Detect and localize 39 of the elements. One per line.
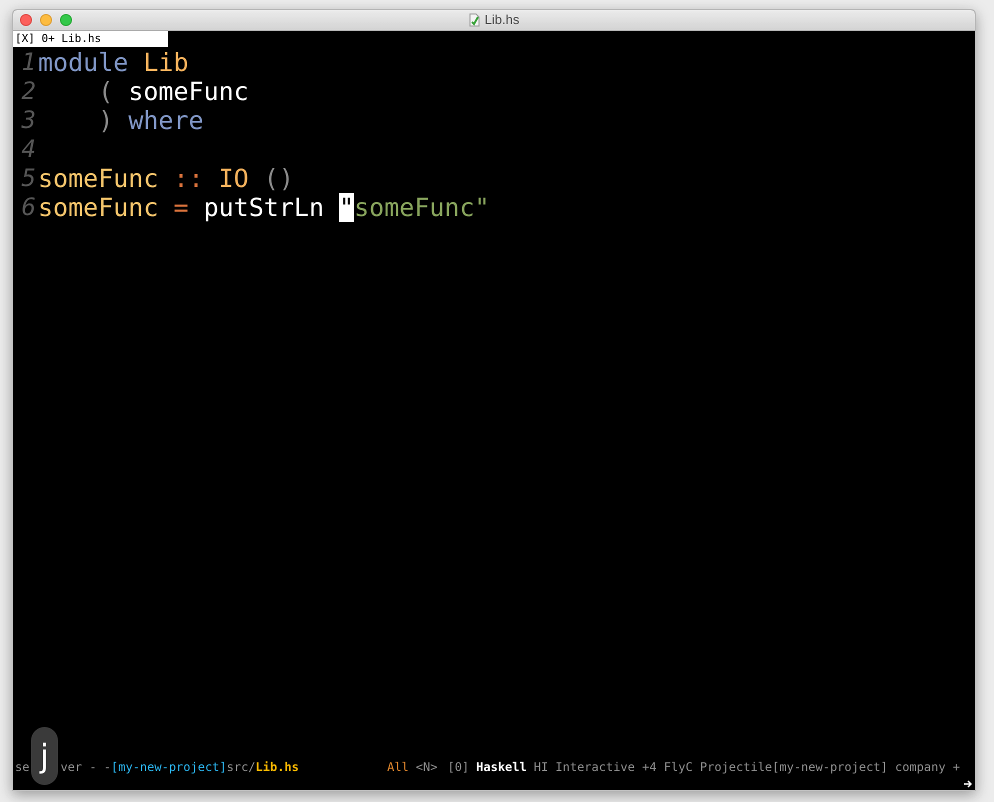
code-token: someFunc bbox=[38, 164, 158, 193]
mode-line-text: HI Interactive +4 FlyC Projectile[my-new-project] company + bbox=[534, 759, 960, 776]
code-token: :: bbox=[172, 164, 204, 193]
buffer-tab[interactable]: [X] 0+ Lib.hs bbox=[13, 31, 168, 47]
line-number: 2 bbox=[20, 77, 37, 106]
code-token: Lib bbox=[142, 48, 189, 77]
code-token: where bbox=[127, 106, 204, 135]
mode-line-text: [my-new-project] bbox=[111, 759, 227, 776]
line-number: 1 bbox=[20, 48, 37, 77]
text-cursor: " bbox=[339, 193, 354, 222]
code-token: () bbox=[262, 164, 294, 193]
code-token: IO bbox=[218, 164, 249, 193]
line-number: 6 bbox=[20, 193, 37, 222]
code-token: someFunc bbox=[38, 193, 158, 222]
code-token: putStrLn bbox=[202, 193, 325, 222]
mode-line-text: se bbox=[15, 759, 30, 776]
close-button[interactable] bbox=[20, 14, 32, 26]
mode-line-text: Haskell bbox=[476, 759, 527, 776]
wrap-arrow-icon bbox=[964, 780, 972, 788]
mode-line-text: ver - - bbox=[60, 759, 112, 776]
zoom-button[interactable] bbox=[60, 14, 72, 26]
mode-line-text: [0] bbox=[447, 759, 470, 776]
document-icon bbox=[468, 13, 480, 27]
line-number: 5 bbox=[20, 164, 37, 193]
code-token: ) bbox=[97, 106, 114, 135]
code-token: ( bbox=[97, 77, 114, 106]
code-token: = bbox=[172, 193, 189, 222]
mode-line-text: All bbox=[387, 759, 409, 776]
code-token: someFunc" bbox=[354, 193, 490, 222]
code-token: module bbox=[38, 48, 128, 77]
keystroke-overlay: j bbox=[31, 727, 58, 785]
code-token: someFunc bbox=[127, 77, 249, 106]
mode-line-text: src/ bbox=[226, 759, 256, 776]
window-title: Lib.hs bbox=[484, 11, 520, 30]
mode-line-text: Lib.hs bbox=[256, 759, 299, 776]
line-number: 4 bbox=[20, 135, 37, 164]
minimize-button[interactable] bbox=[40, 14, 52, 26]
line-number: 3 bbox=[20, 106, 37, 135]
mode-line-text: <N> bbox=[416, 759, 438, 776]
